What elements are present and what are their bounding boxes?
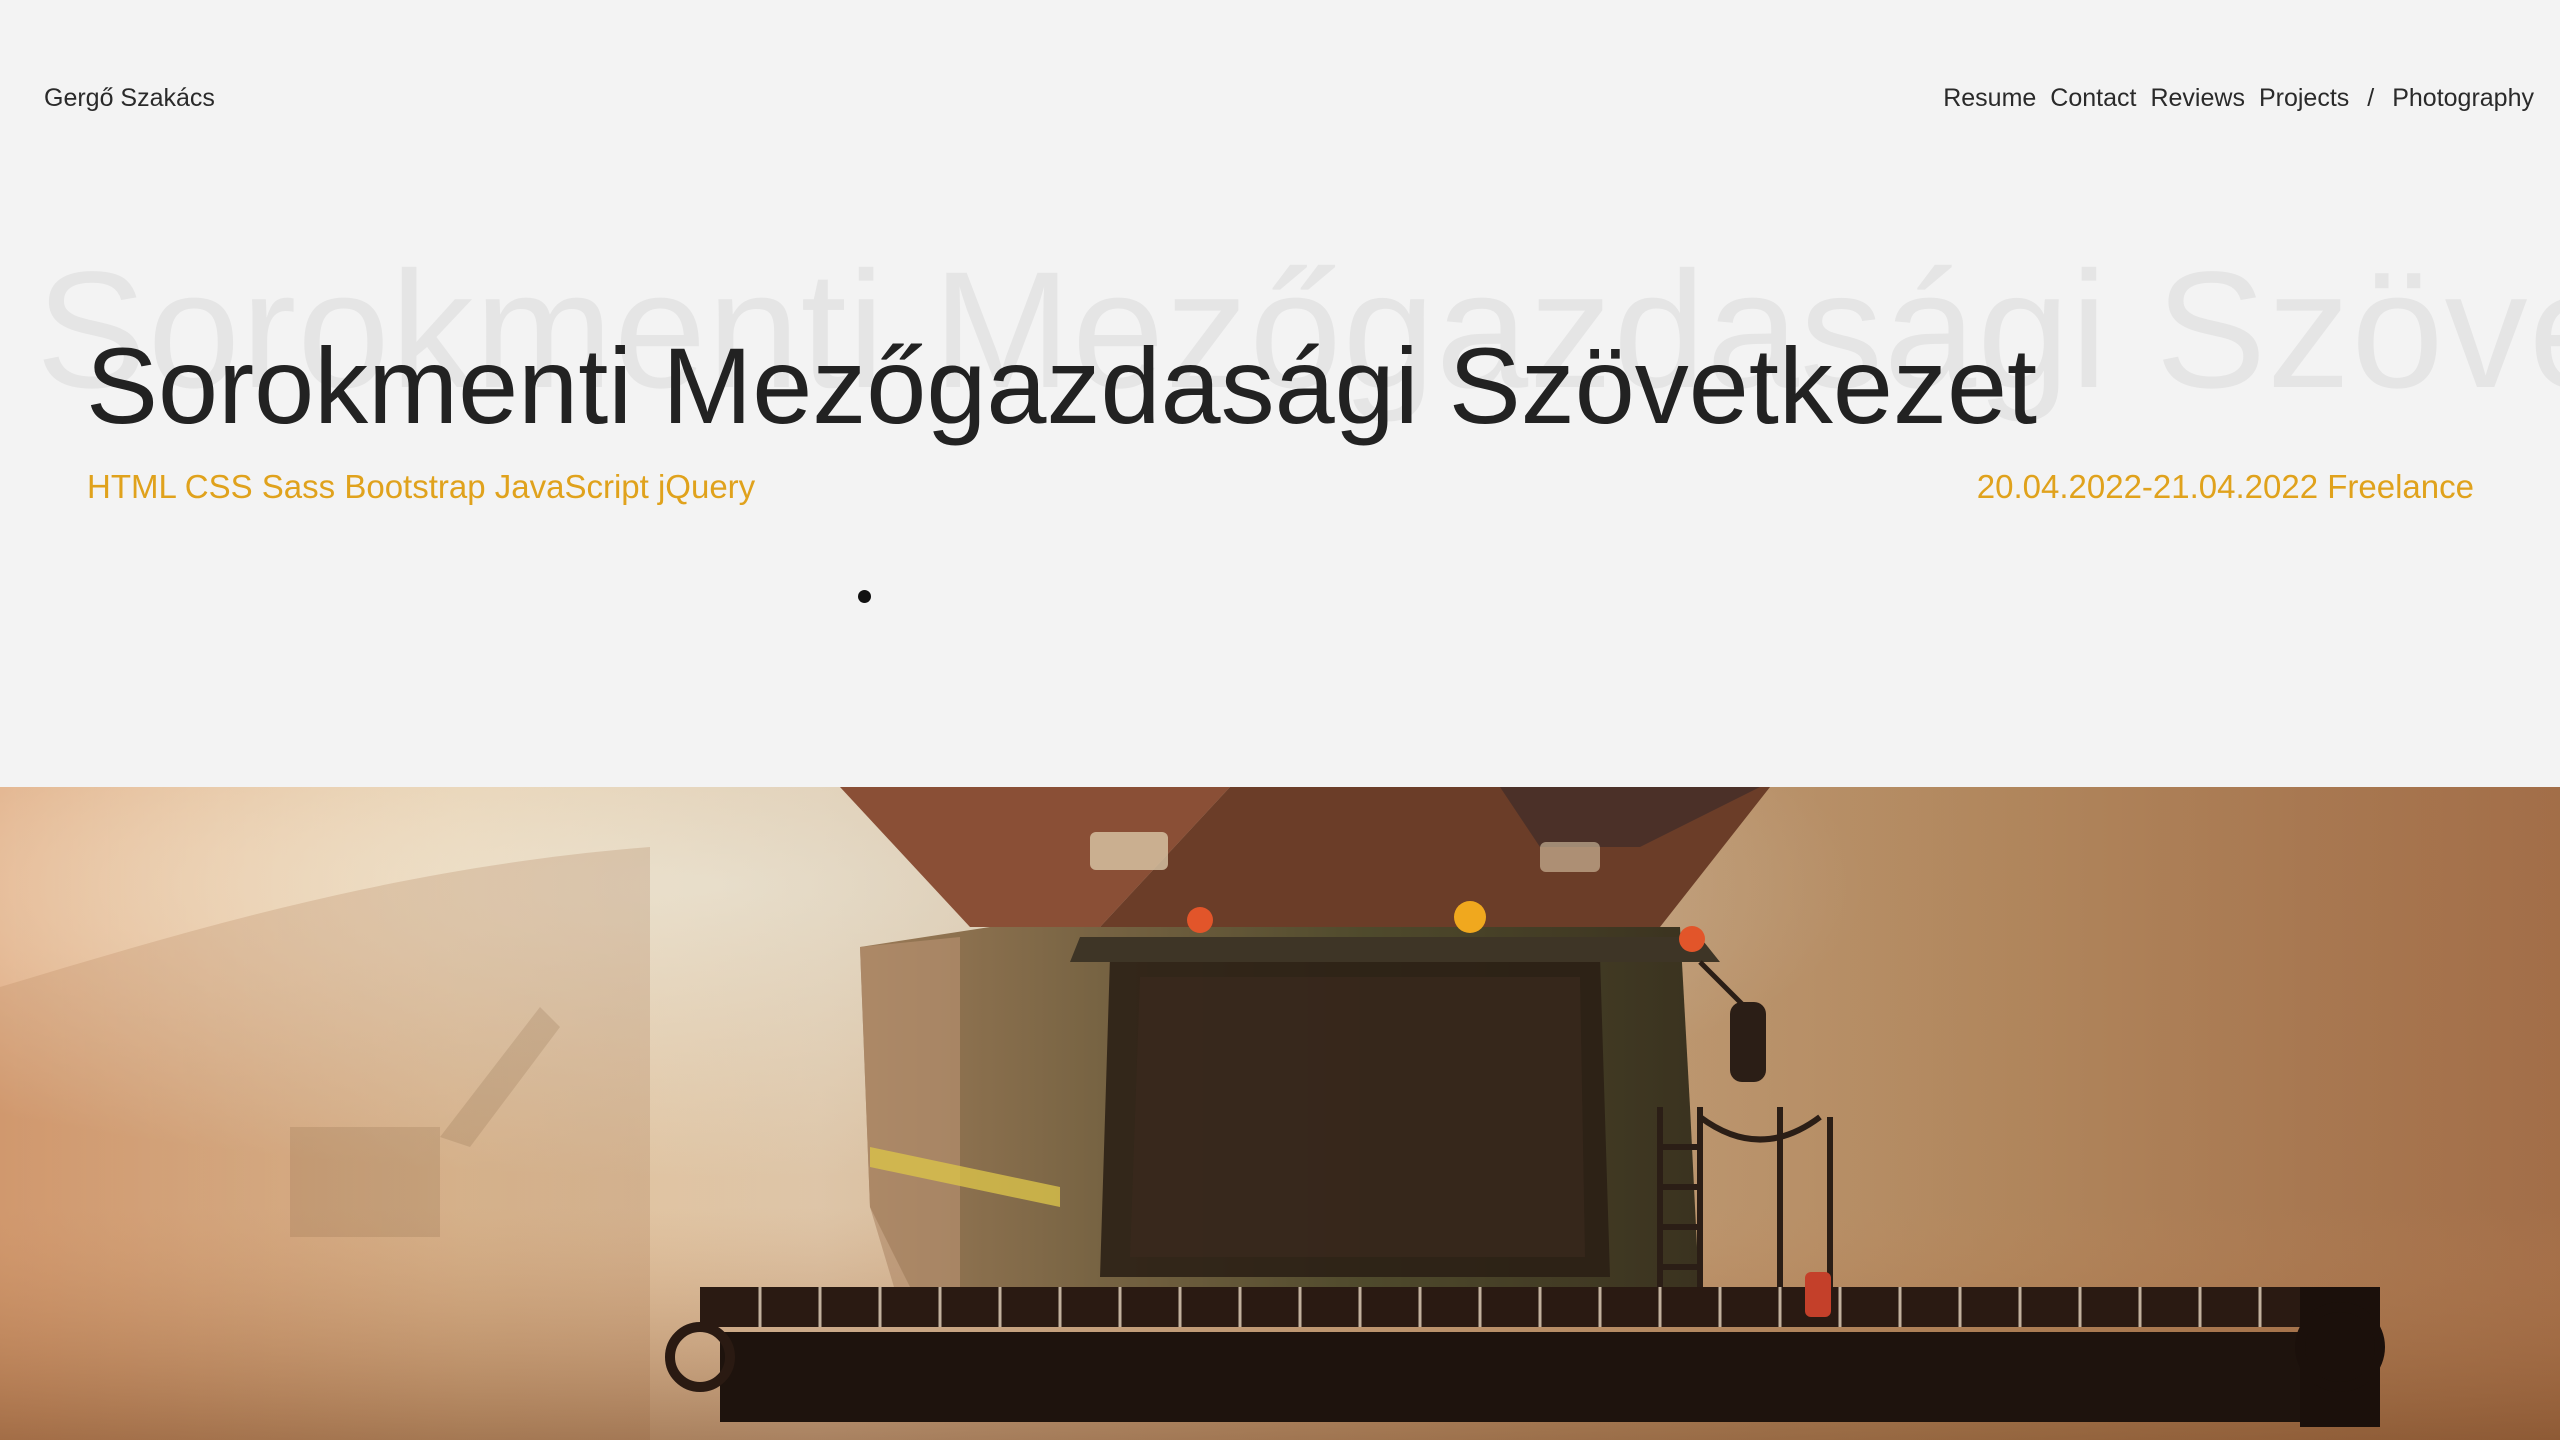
nav-projects[interactable]: Projects [2259,84,2349,113]
brand-link[interactable]: Gergő Szakács [44,84,215,113]
project-dates: 20.04.2022-21.04.2022 Freelance [1976,468,2474,505]
main-nav: Resume Contact Reviews Projects / Photog… [1943,84,2534,113]
nav-separator: / [2367,84,2375,112]
nav-photography[interactable]: Photography [2392,84,2534,113]
nav-contact[interactable]: Contact [2050,84,2136,113]
technologies-list: HTML CSS Sass Bootstrap JavaScript jQuer… [87,468,756,505]
combine-harvester-illustration [0,787,2560,1440]
site-header: Gergő Szakács Resume Contact Reviews Pro… [0,0,2560,200]
page-title: Sorokmenti Mezőgazdasági Szövetkezet [86,325,2038,446]
page: Gergő Szakács Resume Contact Reviews Pro… [0,0,2560,1440]
nav-reviews[interactable]: Reviews [2150,84,2244,113]
nav-resume[interactable]: Resume [1943,84,2036,113]
hero-image [0,787,2560,1440]
cursor-dot [858,590,871,603]
